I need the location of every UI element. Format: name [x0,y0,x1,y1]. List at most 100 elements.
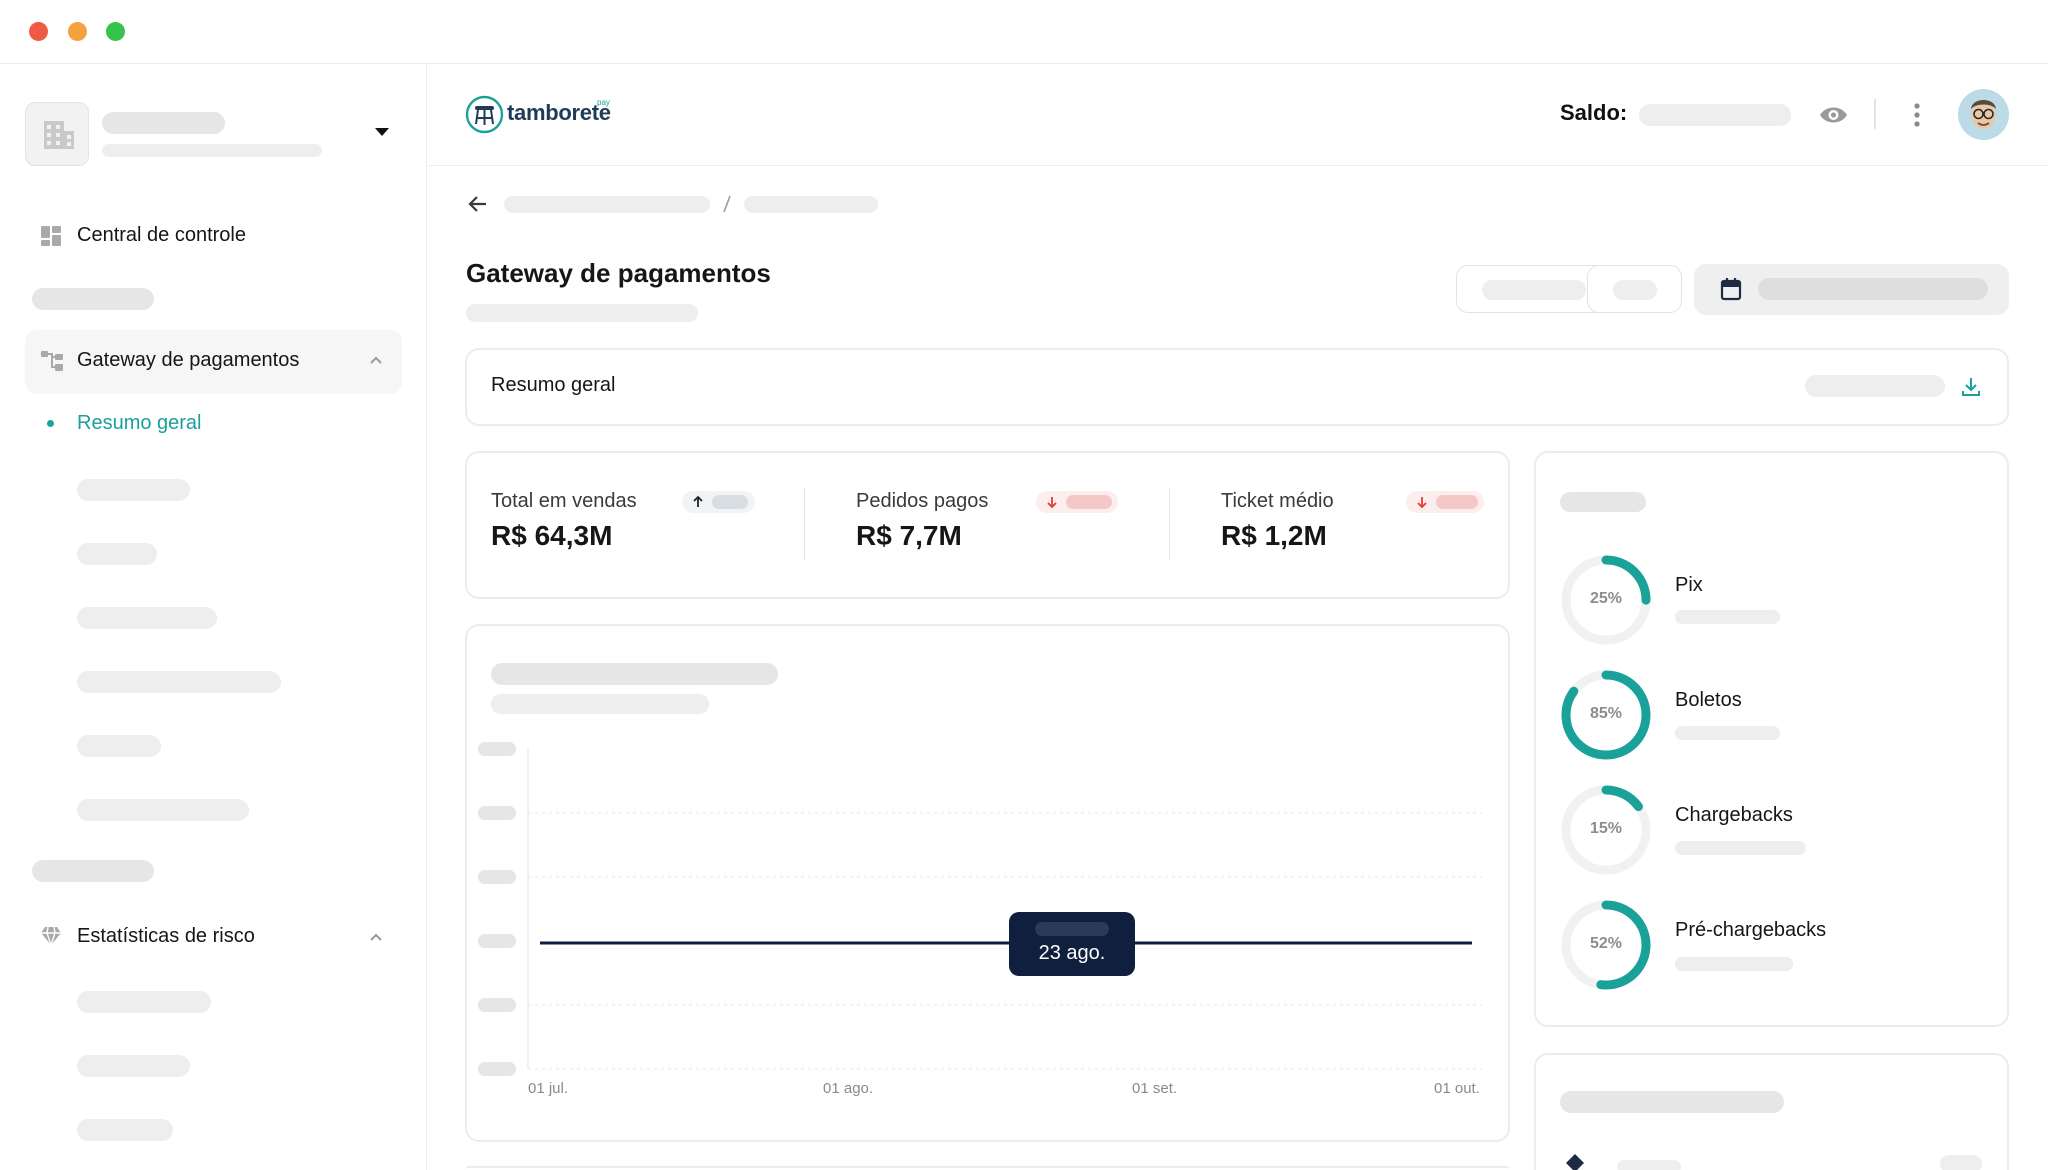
payment-method-label: Pix [1675,574,1703,596]
payment-method-label: Boletos [1675,689,1742,711]
trend-up-badge [682,491,755,513]
payment-method-value-placeholder [1675,957,1793,971]
arrow-down-icon [1417,497,1427,509]
app-window: Central de controle Gateway de pagamento… [0,0,2048,1170]
y-tick-placeholder [478,870,516,884]
payment-method-label: Pré-chargebacks [1675,919,1827,941]
row-placeholder [1940,1155,1982,1170]
minimize-window-button[interactable] [68,22,87,41]
stat-value-ticket-medio: R$ 1,2M [1221,520,1327,551]
donut-percent: 85% [1589,705,1623,722]
x-tick-label: 01 jul. [528,1080,569,1097]
export-label-placeholder [1805,375,1945,397]
sidebar-subitem-placeholder[interactable] [77,991,211,1013]
stat-label-pedidos-pagos: Pedidos pagos [856,490,989,512]
date-range-placeholder [1758,278,1988,300]
org-subtitle-placeholder [102,144,322,157]
org-switcher[interactable] [25,102,89,166]
sidebar-section-placeholder [32,288,154,310]
payment-method-value-placeholder [1675,841,1806,855]
sidebar-section-placeholder [32,860,154,882]
chevron-down-icon[interactable] [373,126,391,138]
org-name-placeholder [102,112,225,134]
logo-text: tamborete [507,100,611,125]
stats-card [465,451,1510,599]
tooltip-value-placeholder [1035,922,1109,936]
y-tick-placeholder [478,742,516,756]
y-tick-placeholder [478,806,516,820]
donut-percent: 25% [1589,590,1623,607]
y-tick-placeholder [478,934,516,948]
donut-percent: 52% [1589,935,1623,952]
chevron-up-icon[interactable] [369,932,383,942]
avatar[interactable] [1958,89,2009,140]
sidebar-subitem-placeholder[interactable] [77,1055,190,1077]
page-title: Gateway de pagamentos [466,258,771,288]
sidebar-subitem-placeholder[interactable] [77,799,249,821]
card-title-placeholder [1560,1091,1784,1113]
calendar-icon [1720,278,1742,301]
grid-lines [528,812,1482,1070]
active-bullet [47,420,54,427]
filter-button[interactable] [1587,265,1682,313]
line-chart [478,742,1482,1076]
payment-method-label: Chargebacks [1675,804,1793,826]
stat-divider [1169,488,1170,560]
breadcrumb-placeholder[interactable] [504,196,710,213]
gateway-icon [41,351,63,371]
building-icon [44,121,74,149]
row-placeholder [1617,1160,1681,1170]
sidebar-subitem-placeholder[interactable] [77,671,281,693]
balance-label: Saldo: [1560,100,1628,125]
x-tick-label: 01 out. [1434,1080,1480,1097]
card-title-placeholder [1560,492,1646,512]
sidebar-subitem-placeholder[interactable] [77,479,190,501]
maximize-window-button[interactable] [106,22,125,41]
more-vertical-icon[interactable] [1910,101,1924,129]
dashboard-icon [41,226,61,246]
diamond-icon [1566,1154,1584,1170]
donut-percent: 15% [1589,820,1623,837]
y-tick-placeholder [478,998,516,1012]
breadcrumb-placeholder[interactable] [744,196,878,213]
sidebar-subitem-placeholder[interactable] [77,735,161,757]
payment-method-value-placeholder [1675,610,1780,624]
arrow-up-icon [693,495,703,507]
stat-value-total-vendas: R$ 64,3M [491,520,613,551]
diamond-icon [41,926,61,946]
header-divider [1874,99,1876,129]
chevron-up-icon[interactable] [369,355,383,365]
sidebar-subitem-placeholder[interactable] [77,543,157,565]
title-bar [0,0,2048,64]
chart-tooltip: 23 ago. [1009,912,1135,976]
download-icon[interactable] [1961,376,1981,398]
eye-icon[interactable] [1818,102,1849,128]
logo-superscript: pay [597,98,610,107]
tooltip-date: 23 ago. [1038,942,1106,964]
stat-label-total-vendas: Total em vendas [491,490,637,512]
sidebar-item-central-de-controle[interactable]: Central de controle [77,224,246,247]
summary-title: Resumo geral [491,374,616,396]
balance-value-placeholder [1639,104,1791,126]
chart-title-placeholder [491,663,778,685]
summary-header-card [465,348,2009,426]
trend-down-badge [1036,491,1118,513]
sidebar-subitem-placeholder[interactable] [77,607,217,629]
x-tick-label: 01 set. [1132,1080,1178,1097]
donut-charts [1561,555,1651,990]
top-bar [428,64,2048,166]
sidebar-item-gateway-de-pagamentos[interactable]: Gateway de pagamentos [77,349,299,372]
chart-subtitle-placeholder [491,694,709,714]
back-arrow-icon[interactable] [466,192,490,216]
sidebar-item-estatisticas-de-risco[interactable]: Estatísticas de risco [77,925,255,948]
close-window-button[interactable] [29,22,48,41]
y-tick-placeholder [478,1062,516,1076]
payment-method-value-placeholder [1675,726,1780,740]
stat-label-ticket-medio: Ticket médio [1221,490,1334,512]
page-subtitle-placeholder [466,304,698,322]
sidebar-subitem-placeholder[interactable] [77,1119,173,1141]
stat-divider [804,488,805,560]
x-tick-label: 01 ago. [823,1080,874,1097]
sidebar-subitem-resumo-geral[interactable]: Resumo geral [77,412,202,435]
stat-value-pedidos-pagos: R$ 7,7M [856,520,962,551]
